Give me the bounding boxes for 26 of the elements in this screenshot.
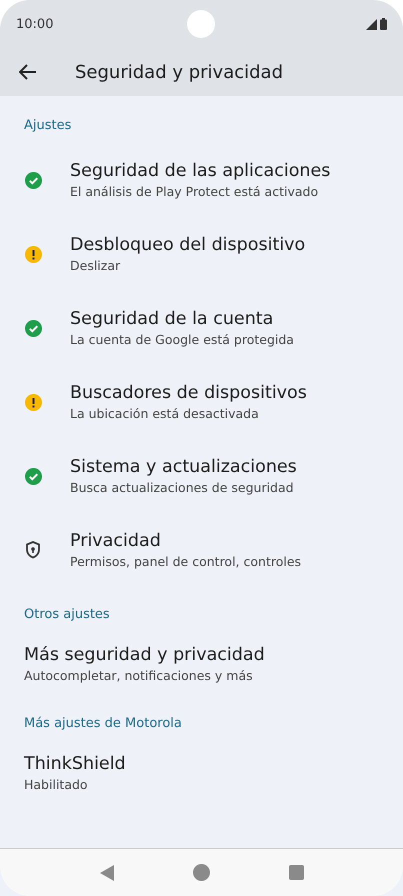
check-circle-icon [24,468,42,484]
shield-icon [25,541,41,559]
check-circle-icon [24,172,42,188]
section-header: Ajustes [23,117,72,135]
section-header: Más ajustes de Motorola [23,715,183,733]
home-nav-icon[interactable] [193,864,210,881]
settings-item[interactable]: ThinkShield Habilitado [24,752,126,794]
settings-item[interactable]: Seguridad de la cuenta La cuenta de Google está protegida [70,307,294,349]
signal-icon [366,18,377,30]
status-time: 10:00 [16,16,54,32]
page-title: Seguridad y privacidad [75,62,284,82]
settings-item[interactable]: Desbloqueo del dispositivo Deslizar [70,233,306,275]
back-arrow-icon[interactable] [19,64,37,80]
settings-item[interactable]: Privacidad Permisos, panel de control, controles [70,529,302,571]
settings-item[interactable]: Seguridad de las aplicaciones El análisis de Play Protect está activado [70,159,330,201]
settings-item[interactable]: Buscadores de dispositivos La ubicación está desactivada [70,381,307,423]
warning-circle-icon [24,394,42,410]
section-header: Otros ajustes [23,606,111,624]
recents-nav-icon[interactable] [288,865,304,880]
settings-item[interactable]: Sistema y actualizaciones Busca actualizaciones de seguridad [70,455,297,497]
battery-icon [380,18,387,30]
check-circle-icon [24,320,42,336]
back-nav-icon[interactable] [99,864,116,882]
settings-item[interactable]: Más seguridad y privacidad Autocompletar, notificaciones y más [24,643,265,685]
camera-cutout [187,10,215,38]
warning-circle-icon [24,246,42,262]
